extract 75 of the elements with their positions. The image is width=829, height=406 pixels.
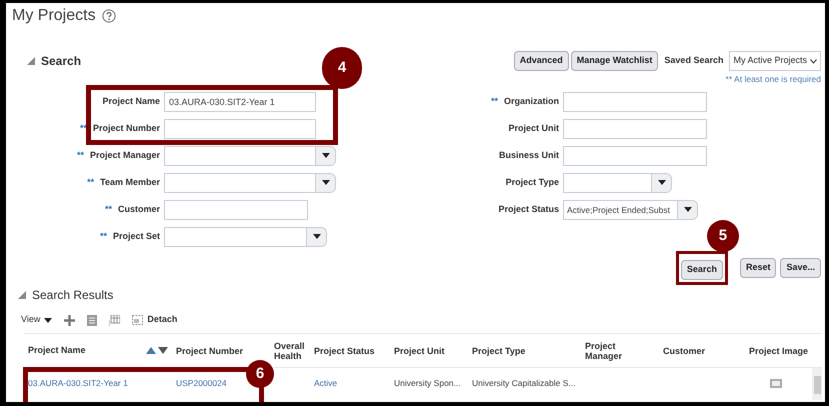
section-title: Search Results xyxy=(32,287,114,304)
document-icon[interactable] xyxy=(87,314,98,326)
field-label: Project Unit xyxy=(508,122,559,135)
table-icon[interactable] xyxy=(109,314,120,326)
collapse-triangle-icon[interactable] xyxy=(27,57,35,65)
dropdown-arrow-icon xyxy=(322,180,330,185)
link[interactable]: USP2000024 xyxy=(176,378,227,388)
column-header[interactable]: Project Image xyxy=(746,346,808,356)
input-field[interactable] xyxy=(164,200,308,220)
input-field[interactable]: 03.AURA-030.SIT2-Year 1 xyxy=(164,92,316,112)
dropdown-field[interactable] xyxy=(164,226,327,246)
required-marker: ** xyxy=(76,148,84,162)
dropdown-arrow-icon xyxy=(322,153,330,158)
field-label: Project Manager xyxy=(90,148,160,162)
sort-arrows-icon[interactable] xyxy=(146,347,168,354)
field-label: Team Member xyxy=(100,176,160,189)
field-label: Customer xyxy=(118,202,160,216)
column-header[interactable]: Customer xyxy=(663,346,738,356)
chevron-down-icon xyxy=(810,58,817,64)
column-header[interactable]: Project Unit xyxy=(394,346,464,356)
callout-number: 5 xyxy=(706,220,739,252)
dropdown-arrow-icon xyxy=(312,234,320,239)
view-menu[interactable]: View xyxy=(21,313,52,327)
dropdown-field[interactable] xyxy=(164,146,336,166)
required-marker: ** xyxy=(104,202,112,216)
callout-number: 4 xyxy=(322,47,362,89)
table-cell: University Spon... xyxy=(394,378,461,388)
field-label: Project Number xyxy=(92,122,160,135)
field-label: Project Set xyxy=(112,230,160,243)
add-icon[interactable] xyxy=(64,314,76,326)
field-label: Business Unit xyxy=(498,148,559,162)
field-label: Organization xyxy=(504,94,559,108)
dropdown-arrow-icon xyxy=(658,180,666,185)
table-cell: Active xyxy=(314,378,338,388)
field-value: Active;Project Ended;Subst xyxy=(567,204,670,214)
dropdown-field[interactable] xyxy=(164,172,336,192)
field-label: Project Status xyxy=(498,202,559,216)
column-header[interactable]: Project Status xyxy=(314,346,386,356)
help-icon[interactable] xyxy=(102,9,116,23)
input-field[interactable] xyxy=(563,92,707,112)
column-header[interactable]: Project Number xyxy=(176,346,266,356)
required-marker: ** xyxy=(100,230,107,243)
input-field[interactable] xyxy=(563,118,707,138)
required-note: ** At least one is required xyxy=(726,73,821,86)
table-cell: University Capitalizable S... xyxy=(472,378,576,388)
action-button[interactable]: Reset xyxy=(740,258,776,278)
field-label: Project Type xyxy=(506,176,559,189)
dropdown-arrow-icon xyxy=(684,207,692,212)
link[interactable]: 03.AURA-030.SIT2-Year 1 xyxy=(28,378,128,388)
action-button[interactable]: Search xyxy=(680,260,723,280)
input-field[interactable] xyxy=(563,146,707,166)
column-header[interactable]: Overall Health xyxy=(274,340,306,360)
column-header[interactable]: Project Manager xyxy=(585,340,655,360)
page-title: My Projects xyxy=(12,6,96,26)
column-header[interactable]: Project Type xyxy=(472,346,577,356)
image-icon[interactable] xyxy=(770,379,782,388)
toolbar-button[interactable]: Advanced xyxy=(514,51,569,71)
action-button[interactable]: Save... xyxy=(780,258,821,278)
column-header[interactable]: Project Name xyxy=(28,344,86,358)
callout-number: 6 xyxy=(246,360,274,388)
collapse-triangle-icon[interactable] xyxy=(18,291,26,299)
input-field[interactable] xyxy=(164,118,316,138)
saved-search-label: Saved Search xyxy=(664,54,724,68)
toolbar-button[interactable]: Manage Watchlist xyxy=(570,51,658,71)
section-title: Search xyxy=(41,53,82,70)
dropdown-field[interactable] xyxy=(563,172,672,192)
required-marker: ** xyxy=(87,176,94,189)
detach-icon xyxy=(132,315,144,325)
scrollbar[interactable] xyxy=(814,376,820,394)
dropdown-field[interactable]: Active;Project Ended;Subst xyxy=(563,200,698,220)
saved-search-select[interactable]: My Active Projects xyxy=(729,51,821,71)
field-label: Project Name xyxy=(102,94,160,108)
detach-button[interactable]: Detach xyxy=(132,313,178,327)
required-marker: ** xyxy=(490,94,498,108)
dropdown-arrow-icon xyxy=(44,318,52,322)
